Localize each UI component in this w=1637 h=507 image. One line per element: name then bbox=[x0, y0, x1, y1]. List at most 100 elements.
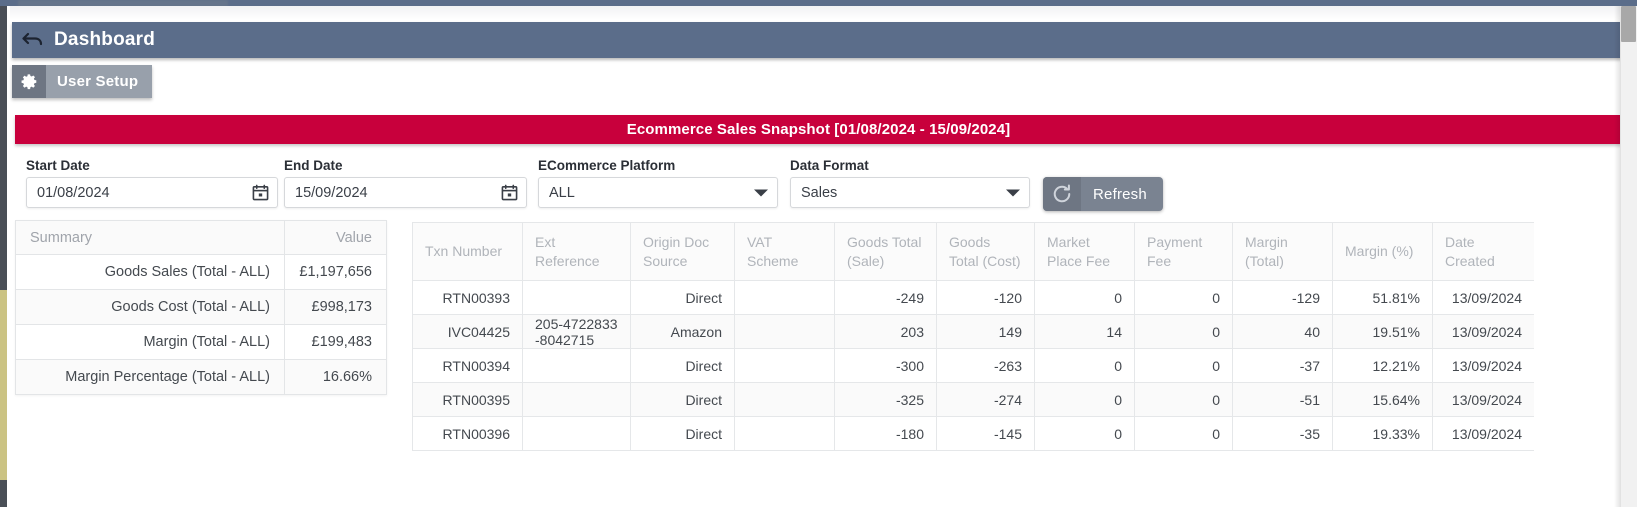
snapshot-title: Ecommerce Sales Snapshot [01/08/2024 - 1… bbox=[626, 121, 1011, 138]
snapshot-banner: Ecommerce Sales Snapshot [01/08/2024 - 1… bbox=[15, 115, 1622, 144]
cell-txn-number: RTN00394 bbox=[412, 348, 523, 383]
summary-row: Margin (Total - ALL) £199,483 bbox=[15, 324, 387, 360]
start-date-input[interactable]: 01/08/2024 bbox=[26, 177, 278, 208]
user-setup-button[interactable]: User Setup bbox=[12, 65, 153, 98]
table-row[interactable]: RTN00395 Direct -325 -274 0 0 -51 15.64% 13/09/2… bbox=[412, 382, 1534, 417]
ecommerce-platform-select[interactable]: ALL bbox=[538, 177, 778, 208]
app-root: Dashboard User Setup Ecommerce Sales Sna… bbox=[0, 0, 1637, 507]
cell-date-created: 13/09/2024 bbox=[1432, 314, 1534, 349]
cell-date-created: 13/09/2024 bbox=[1432, 382, 1534, 417]
cell-vat-scheme bbox=[734, 382, 835, 417]
calendar-icon[interactable] bbox=[252, 184, 269, 201]
summary-table: Summary Value Goods Sales (Total - ALL) £… bbox=[15, 220, 387, 395]
filter-bar: Start Date 01/08/2024 End Date 15/09/202… bbox=[26, 158, 1166, 214]
cell-origin-doc-source: Direct bbox=[630, 348, 735, 383]
cell-ext-reference bbox=[522, 280, 631, 315]
grid-header-row: Txn Number Ext Reference Origin Doc Sour… bbox=[412, 222, 1534, 281]
end-date-value: 15/09/2024 bbox=[295, 184, 368, 201]
cell-goods-total-cost: 149 bbox=[936, 314, 1035, 349]
col-vat-scheme[interactable]: VAT Scheme bbox=[734, 222, 835, 281]
cell-payment-fee: 0 bbox=[1134, 416, 1233, 451]
data-format-label: Data Format bbox=[790, 158, 869, 173]
cell-market-place-fee: 0 bbox=[1034, 416, 1135, 451]
cell-ext-reference: 205-4722833-8042715 bbox=[522, 314, 631, 349]
summary-header-value: Value bbox=[284, 220, 387, 255]
cell-origin-doc-source: Direct bbox=[630, 280, 735, 315]
col-margin-total[interactable]: Margin (Total) bbox=[1232, 222, 1333, 281]
cell-txn-number: RTN00393 bbox=[412, 280, 523, 315]
cell-payment-fee: 0 bbox=[1134, 280, 1233, 315]
cell-goods-total-sale: 203 bbox=[834, 314, 937, 349]
cell-margin-total: -129 bbox=[1232, 280, 1333, 315]
cell-margin-total: -37 bbox=[1232, 348, 1333, 383]
cell-margin-percent: 19.51% bbox=[1332, 314, 1433, 349]
data-format-field: Data Format Sales bbox=[790, 158, 1030, 208]
chevron-down-icon[interactable] bbox=[1005, 188, 1021, 198]
table-row[interactable]: RTN00394 Direct -300 -263 0 0 -37 12.21% 13/09/2… bbox=[412, 348, 1534, 383]
col-market-place-fee[interactable]: Market Place Fee bbox=[1034, 222, 1135, 281]
transactions-grid: Txn Number Ext Reference Origin Doc Sour… bbox=[412, 222, 1534, 451]
gear-icon bbox=[12, 65, 46, 98]
cell-market-place-fee: 0 bbox=[1034, 280, 1135, 315]
undo-arrow-icon[interactable] bbox=[12, 22, 54, 58]
summary-row-value: £1,197,656 bbox=[284, 254, 387, 290]
cell-payment-fee: 0 bbox=[1134, 348, 1233, 383]
chevron-down-icon[interactable] bbox=[753, 188, 769, 198]
start-date-value: 01/08/2024 bbox=[37, 184, 110, 201]
col-payment-fee[interactable]: Payment Fee bbox=[1134, 222, 1233, 281]
summary-row: Margin Percentage (Total - ALL) 16.66% bbox=[15, 359, 387, 395]
cell-txn-number: IVC04425 bbox=[412, 314, 523, 349]
table-row[interactable]: RTN00396 Direct -180 -145 0 0 -35 19.33% 13/09/2… bbox=[412, 416, 1534, 451]
cell-ext-reference bbox=[522, 416, 631, 451]
end-date-field: End Date 15/09/2024 bbox=[284, 158, 527, 208]
cell-margin-percent: 19.33% bbox=[1332, 416, 1433, 451]
summary-header-row: Summary Value bbox=[15, 220, 387, 255]
summary-row: Goods Sales (Total - ALL) £1,197,656 bbox=[15, 254, 387, 290]
summary-row-value: £199,483 bbox=[284, 324, 387, 360]
summary-row-key: Margin Percentage (Total - ALL) bbox=[15, 359, 285, 395]
dashboard-header-bar: Dashboard bbox=[12, 22, 1622, 58]
cell-origin-doc-source: Direct bbox=[630, 382, 735, 417]
ecommerce-platform-field: ECommerce Platform ALL bbox=[538, 158, 778, 208]
page-scrollbar-thumb[interactable] bbox=[1621, 6, 1636, 42]
col-margin-percent[interactable]: Margin (%) bbox=[1332, 222, 1433, 281]
cell-market-place-fee: 14 bbox=[1034, 314, 1135, 349]
cell-margin-percent: 15.64% bbox=[1332, 382, 1433, 417]
cell-market-place-fee: 0 bbox=[1034, 382, 1135, 417]
summary-row-key: Margin (Total - ALL) bbox=[15, 324, 285, 360]
col-goods-total-cost[interactable]: Goods Total (Cost) bbox=[936, 222, 1035, 281]
col-goods-total-sale[interactable]: Goods Total (Sale) bbox=[834, 222, 937, 281]
summary-header-summary: Summary bbox=[15, 220, 285, 255]
cell-date-created: 13/09/2024 bbox=[1432, 348, 1534, 383]
transactions-grid-wrapper[interactable]: Txn Number Ext Reference Origin Doc Sour… bbox=[412, 222, 1534, 451]
left-rail-khaki-segment bbox=[0, 290, 7, 480]
end-date-input[interactable]: 15/09/2024 bbox=[284, 177, 527, 208]
col-txn-number[interactable]: Txn Number bbox=[412, 222, 523, 281]
cell-ext-reference bbox=[522, 348, 631, 383]
cell-txn-number: RTN00396 bbox=[412, 416, 523, 451]
page-top-gradient bbox=[0, 6, 1637, 20]
cell-date-created: 13/09/2024 bbox=[1432, 280, 1534, 315]
refresh-button[interactable]: Refresh bbox=[1043, 177, 1163, 211]
summary-row-key: Goods Cost (Total - ALL) bbox=[15, 289, 285, 325]
cell-margin-total: -35 bbox=[1232, 416, 1333, 451]
calendar-icon[interactable] bbox=[501, 184, 518, 201]
refresh-label: Refresh bbox=[1093, 185, 1147, 203]
cell-vat-scheme bbox=[734, 348, 835, 383]
col-ext-reference[interactable]: Ext Reference bbox=[522, 222, 631, 281]
summary-row-value: 16.66% bbox=[284, 359, 387, 395]
table-row[interactable]: IVC04425 205-4722833-8042715 Amazon 203 149 1… bbox=[412, 314, 1534, 349]
data-format-select[interactable]: Sales bbox=[790, 177, 1030, 208]
cell-margin-percent: 51.81% bbox=[1332, 280, 1433, 315]
cell-goods-total-cost: -274 bbox=[936, 382, 1035, 417]
cell-market-place-fee: 0 bbox=[1034, 348, 1135, 383]
summary-row-value: £998,173 bbox=[284, 289, 387, 325]
col-origin-doc-source[interactable]: Origin Doc Source bbox=[630, 222, 735, 281]
cell-txn-number: RTN00395 bbox=[412, 382, 523, 417]
col-date-created[interactable]: Date Created bbox=[1432, 222, 1534, 281]
cell-vat-scheme bbox=[734, 280, 835, 315]
page-scrollbar[interactable] bbox=[1620, 6, 1637, 507]
table-row[interactable]: RTN00393 Direct -249 -120 0 0 -129 51.81% 13/09/… bbox=[412, 280, 1534, 315]
cell-goods-total-cost: -145 bbox=[936, 416, 1035, 451]
end-date-label: End Date bbox=[284, 158, 343, 173]
